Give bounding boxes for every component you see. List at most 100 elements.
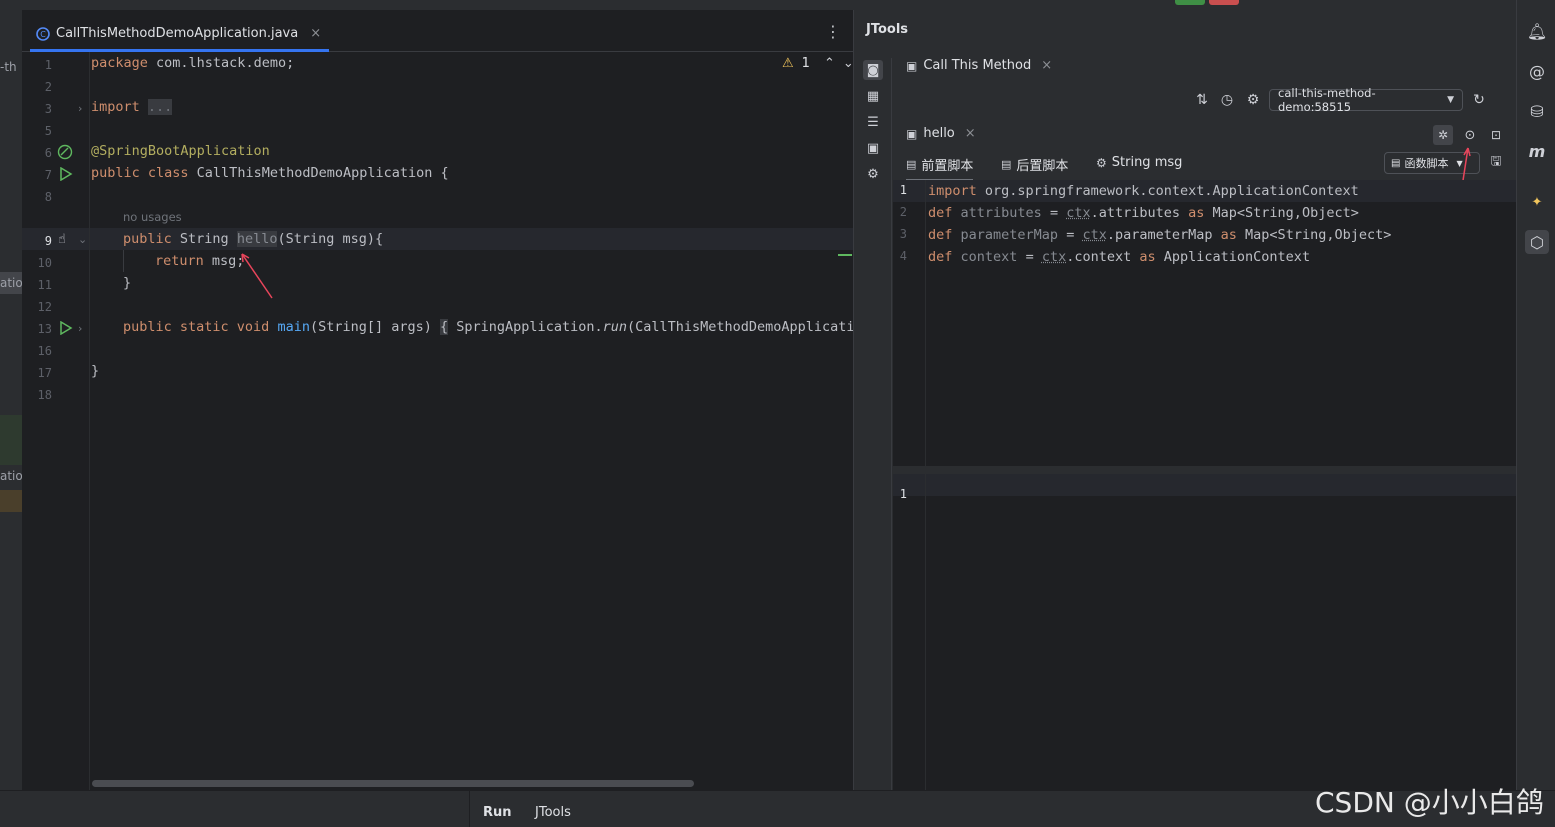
project-fragment: atio bbox=[0, 276, 22, 290]
project-fragment: -th bbox=[0, 60, 17, 74]
tool-window-title: JTools bbox=[866, 22, 908, 37]
jtools-tool-window: JTools ◙ ▦ ☰ ▣ ⚙ ▣ Call This Method × ⇅ … bbox=[854, 10, 1516, 790]
line-number: 1 bbox=[893, 487, 907, 501]
line-number: 6 bbox=[22, 146, 52, 160]
close-icon[interactable]: × bbox=[965, 126, 976, 141]
project-highlight-warn bbox=[0, 490, 22, 512]
more-options-icon[interactable]: ⋮ bbox=[825, 22, 841, 41]
editor-file-tab-label: CallThisMethodDemoApplication.java bbox=[56, 26, 298, 41]
tab-jtools[interactable]: JTools bbox=[535, 805, 571, 820]
run-indicator bbox=[1175, 0, 1205, 5]
fold-expand-icon[interactable]: › bbox=[78, 102, 82, 115]
calendar-icon[interactable]: ▣ bbox=[863, 138, 883, 158]
ai-assistant-icon[interactable]: @ bbox=[1525, 59, 1549, 83]
horizontal-scrollbar[interactable] bbox=[92, 780, 694, 787]
method-name-hello[interactable]: hello bbox=[237, 231, 278, 247]
inspect-icon[interactable]: ⊡ bbox=[1487, 126, 1505, 144]
line-number: 8 bbox=[22, 190, 52, 204]
editor-splitter[interactable] bbox=[893, 466, 1516, 474]
chevron-up-icon[interactable]: ⌃ bbox=[824, 56, 835, 71]
line-number: 13 bbox=[22, 322, 52, 336]
script-gutter: 1 2 3 4 bbox=[893, 180, 926, 466]
change-marker bbox=[838, 254, 852, 256]
call-this-method-tab-label: Call This Method bbox=[923, 58, 1031, 73]
code-line: package com.lhstack.demo; bbox=[91, 52, 294, 74]
spring-bean-icon[interactable] bbox=[57, 144, 73, 160]
settings-icon[interactable]: ⚙ bbox=[1244, 91, 1262, 109]
line-number: 16 bbox=[22, 344, 52, 358]
tab-post-script-label: 后置脚本 bbox=[1016, 155, 1068, 174]
notifications-icon[interactable]: 🔔︎ bbox=[1525, 19, 1549, 43]
line-number: 10 bbox=[22, 256, 52, 270]
editor-gutter: 1 2 3 › 5 6 7 8 9 ☝ ⌄ 10 11 12 13 › 16 1… bbox=[22, 52, 90, 790]
code-line: import ... bbox=[91, 96, 172, 118]
line-number: 12 bbox=[22, 300, 52, 314]
refresh-icon[interactable]: ↻ bbox=[1470, 91, 1488, 109]
folded-imports[interactable]: ... bbox=[148, 99, 172, 115]
indent-guide bbox=[123, 250, 124, 272]
line-number: 1 bbox=[893, 183, 907, 197]
history-icon[interactable]: ◷ bbox=[1218, 91, 1236, 109]
database-icon[interactable]: ⛁ bbox=[1525, 99, 1549, 123]
project-highlight bbox=[0, 415, 22, 465]
tab-post-script[interactable]: ▤ 后置脚本 bbox=[1001, 155, 1068, 174]
script-icon: ▤ bbox=[1391, 158, 1400, 169]
tab-pre-script[interactable]: ▤ 前置脚本 bbox=[906, 155, 973, 181]
invoke-target-icon[interactable]: ⊙ bbox=[1461, 126, 1479, 144]
java-class-icon: C bbox=[36, 27, 50, 41]
save-icon[interactable]: 🖫 bbox=[1487, 154, 1505, 172]
inspection-widget[interactable]: ⚠ 1 ⌃ ⌄ bbox=[782, 56, 854, 71]
script-line: def attributes = ctx.attributes as Map<S… bbox=[928, 202, 1359, 224]
script-editor[interactable]: 1 2 3 4 import org.springframework.conte… bbox=[893, 180, 1516, 466]
call-method-tool-icon[interactable]: ◙ bbox=[863, 60, 883, 80]
maven-icon[interactable]: m bbox=[1525, 139, 1549, 163]
jtools-cube-icon[interactable]: ⬡ bbox=[1525, 230, 1549, 254]
warning-icon: ⚠ bbox=[782, 56, 794, 71]
result-gutter: 1 bbox=[893, 474, 926, 790]
script-icon: ▤ bbox=[1001, 158, 1011, 171]
line-number: 1 bbox=[22, 58, 52, 72]
warning-count: 1 bbox=[802, 56, 810, 71]
line-number: 7 bbox=[22, 168, 52, 182]
tab-run[interactable]: Run bbox=[483, 805, 512, 820]
line-number: 4 bbox=[893, 249, 907, 263]
code-line: @SpringBootApplication bbox=[91, 140, 270, 162]
editor-file-tab[interactable]: C CallThisMethodDemoApplication.java × bbox=[30, 18, 329, 52]
run-icon[interactable] bbox=[59, 167, 73, 181]
close-icon[interactable]: × bbox=[310, 26, 321, 41]
call-this-method-tab[interactable]: ▣ Call This Method × bbox=[906, 58, 1052, 73]
code-editor[interactable]: C CallThisMethodDemoApplication.java × ⋮… bbox=[22, 10, 853, 790]
sync-icon[interactable]: ⇅ bbox=[1193, 91, 1211, 109]
title-bar-strip bbox=[0, 0, 1555, 10]
tab-pre-script-label: 前置脚本 bbox=[921, 155, 973, 174]
tool-icon-column: ◙ ▦ ☰ ▣ ⚙ bbox=[854, 58, 892, 790]
result-editor[interactable]: 1 bbox=[893, 474, 1516, 790]
tab-param-msg[interactable]: ⚙ String msg bbox=[1096, 155, 1182, 170]
grid-icon[interactable]: ▦ bbox=[863, 86, 883, 106]
right-tool-stripe: 🔔︎ @ ⛁ m ✦ ⬡ bbox=[1516, 0, 1555, 790]
code-line: return msg; bbox=[155, 250, 244, 272]
process-select[interactable]: call-this-method-demo:58515 ▼ bbox=[1269, 89, 1463, 111]
fold-expand-icon[interactable]: › bbox=[78, 322, 82, 335]
code-line: public String hello(String msg){ bbox=[123, 228, 383, 250]
fold-collapse-icon[interactable]: ⌄ bbox=[78, 233, 87, 246]
project-fragment: atio bbox=[0, 469, 22, 483]
code-line: public class CallThisMethodDemoApplicati… bbox=[91, 162, 449, 184]
plugin-icon[interactable]: ✦ bbox=[1525, 190, 1549, 214]
stop-indicator bbox=[1209, 0, 1239, 5]
script-icon: ▤ bbox=[906, 158, 916, 171]
line-number: 3 bbox=[893, 227, 907, 241]
close-icon[interactable]: × bbox=[1041, 58, 1052, 73]
watermark: CSDN @小小白鸽 bbox=[1315, 781, 1544, 821]
line-number: 11 bbox=[22, 278, 52, 292]
debug-icon[interactable]: ✲ bbox=[1433, 125, 1453, 145]
sliders-icon[interactable]: ☰ bbox=[863, 112, 883, 132]
method-tab-hello[interactable]: ▣ hello × bbox=[906, 126, 976, 141]
current-line-highlight bbox=[893, 474, 1516, 496]
gear-icon[interactable]: ⚙ bbox=[863, 164, 883, 184]
divider bbox=[469, 791, 470, 827]
call-method-hand-icon[interactable]: ☝ bbox=[58, 232, 66, 247]
usage-hint[interactable]: no usages bbox=[123, 210, 182, 224]
line-number: 2 bbox=[893, 205, 907, 219]
run-icon[interactable] bbox=[59, 321, 73, 335]
